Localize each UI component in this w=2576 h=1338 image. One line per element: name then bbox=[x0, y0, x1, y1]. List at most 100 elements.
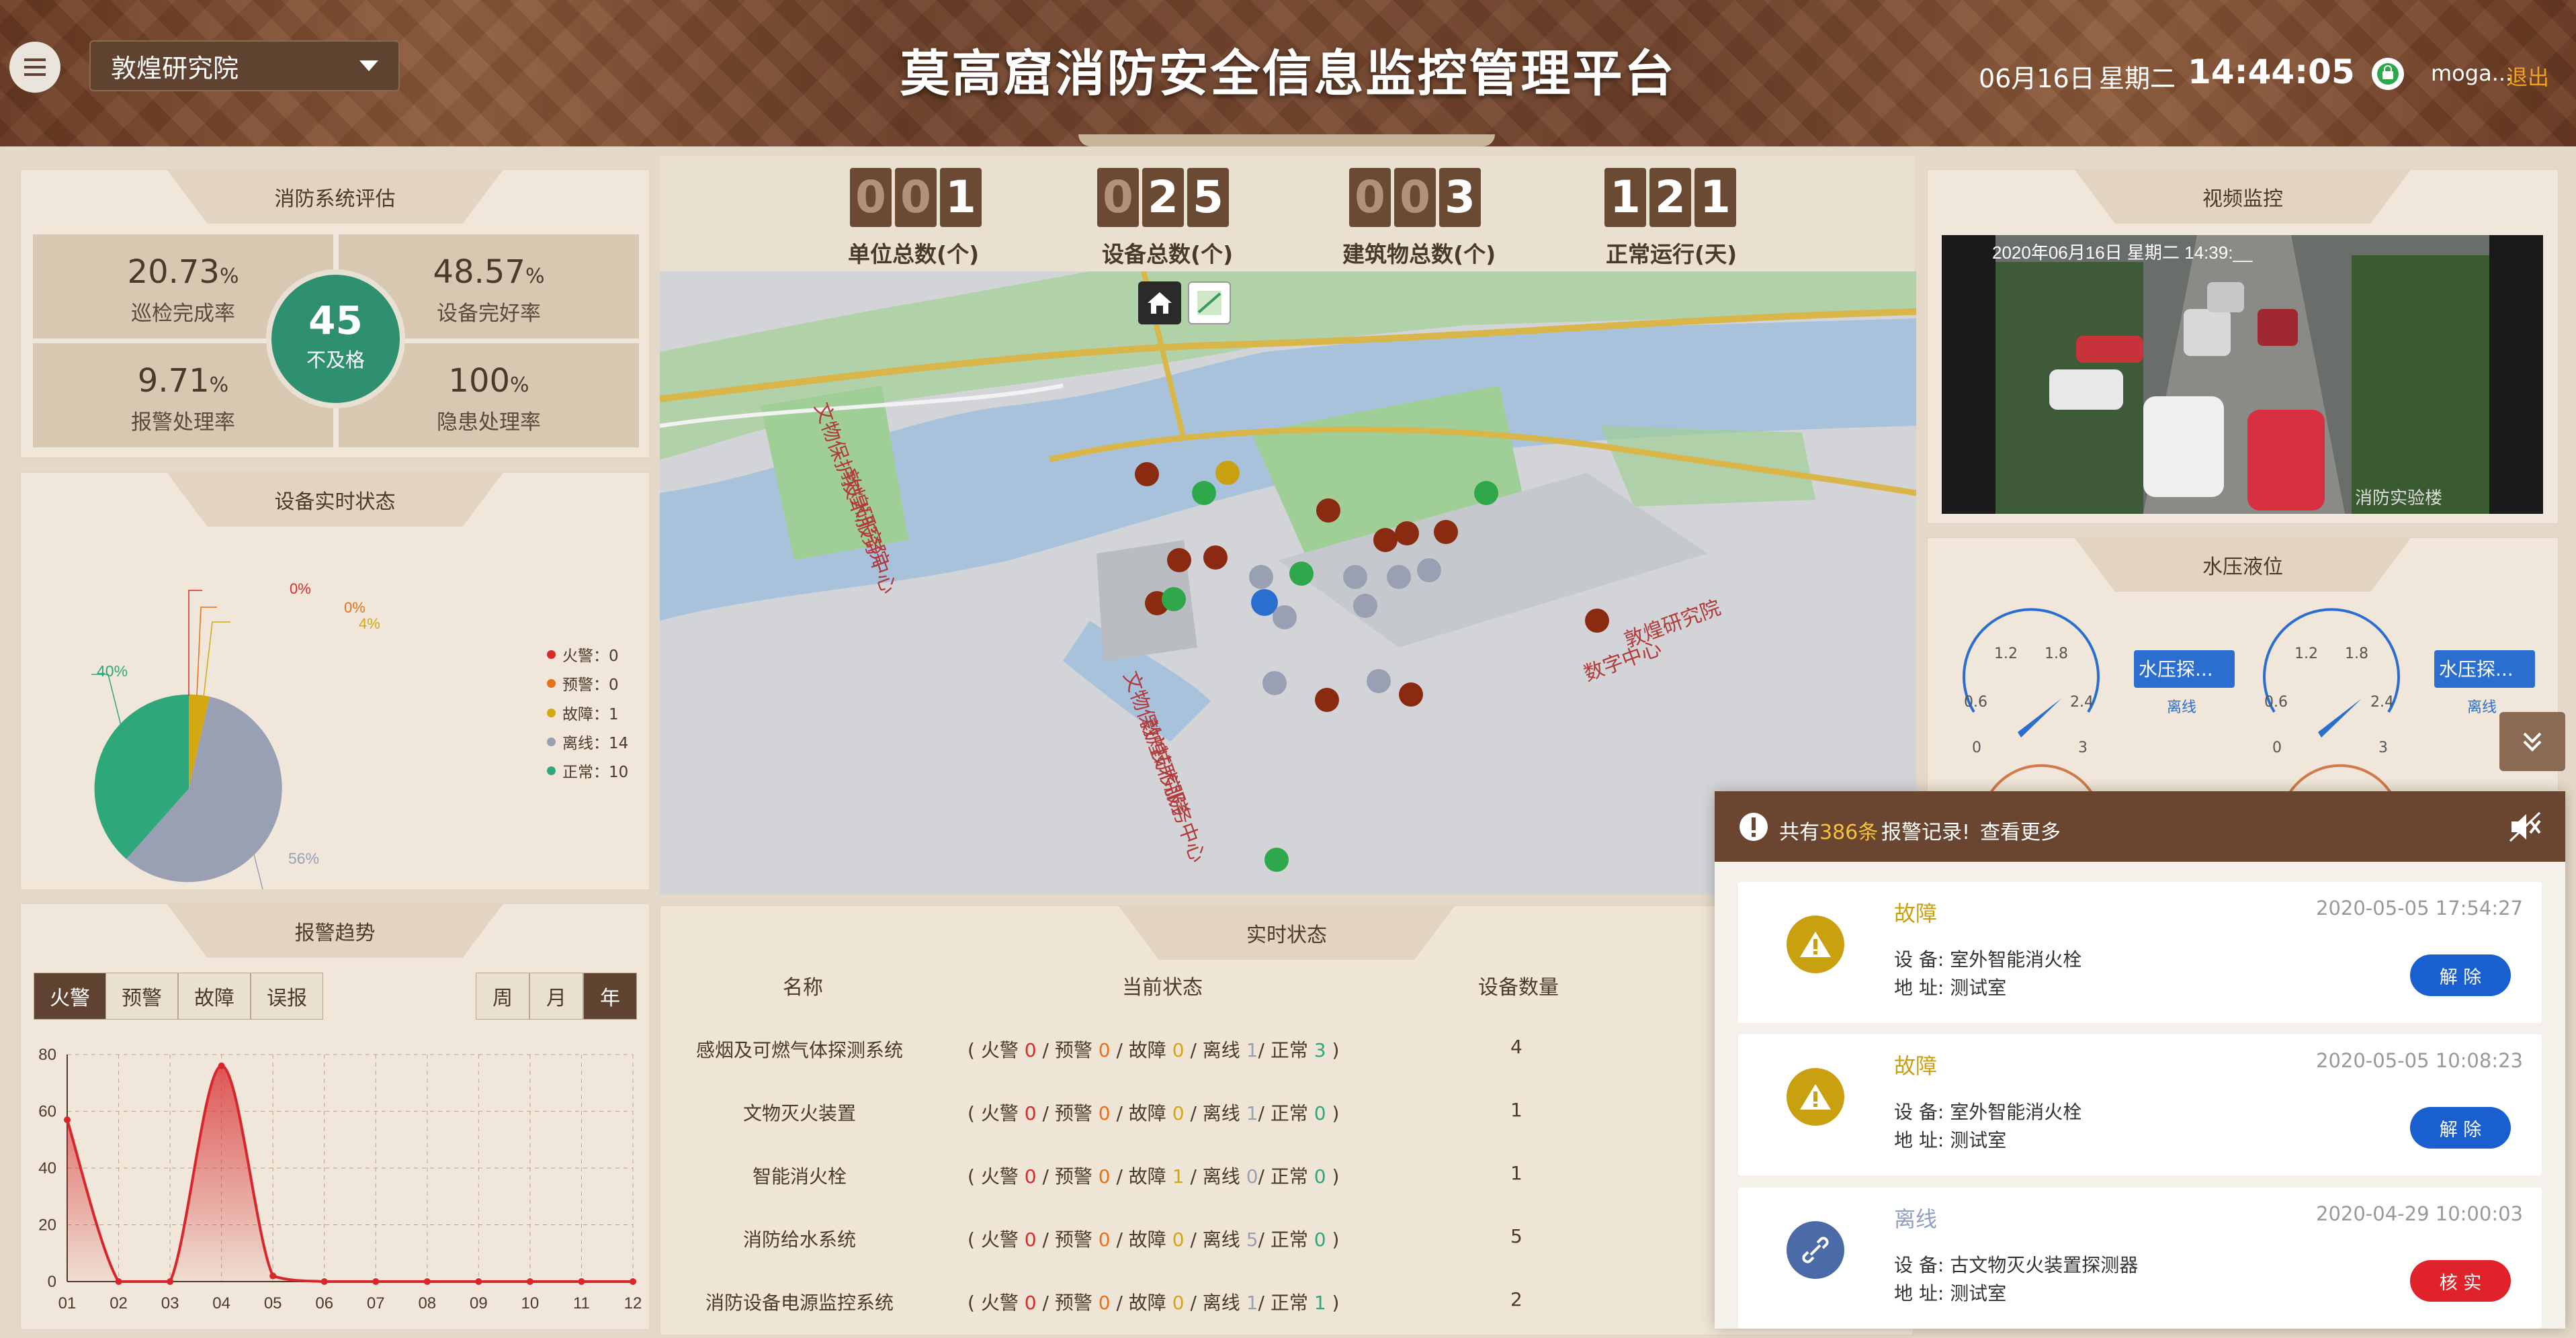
alarm-address: 地 址: 测试室 bbox=[1894, 1282, 2007, 1304]
x-tick-label: 09 bbox=[470, 1294, 488, 1312]
trend-type-warn[interactable]: 预警 bbox=[105, 973, 178, 1020]
alarm-prefix: 共有 bbox=[1779, 821, 1819, 844]
data-point bbox=[372, 1278, 380, 1285]
alarm-time: 2020-04-29 10:00:03 bbox=[2316, 1202, 2523, 1225]
stat-label: 隐患处理率 bbox=[437, 410, 541, 435]
alarm-time: 2020-05-05 10:08:23 bbox=[2316, 1049, 2523, 1072]
gauge-needle bbox=[2318, 699, 2362, 738]
counter-digit: 1 bbox=[1694, 168, 1736, 227]
map-layer-button[interactable] bbox=[1188, 281, 1231, 324]
trend-type-false[interactable]: 误报 bbox=[251, 973, 323, 1020]
score-label: 不及格 bbox=[306, 349, 365, 371]
stat-unit: % bbox=[510, 373, 529, 397]
x-tick-label: 03 bbox=[161, 1294, 179, 1312]
alarm-trend-title: 报警趋势 bbox=[167, 904, 503, 958]
legend-item: 故障：1 bbox=[547, 701, 619, 724]
gauge-tick: 0.6 bbox=[2264, 694, 2288, 711]
x-tick-label: 11 bbox=[573, 1294, 590, 1312]
org-select[interactable]: 敦煌研究院 bbox=[89, 40, 400, 91]
data-point bbox=[630, 1278, 636, 1285]
row-status: ( 火警 0 / 预警 0 / 故障 1 / 离线 0/ 正常 0 ) bbox=[968, 1165, 1340, 1188]
data-point bbox=[218, 1062, 225, 1069]
trend-period-week[interactable]: 周 bbox=[476, 973, 529, 1020]
counter-digit: 2 bbox=[1142, 168, 1184, 227]
weekday-text: 星期二 bbox=[2099, 64, 2176, 93]
gauge-status: 离线 bbox=[2167, 699, 2196, 716]
dismiss-button[interactable]: 解 除 bbox=[2410, 1107, 2511, 1149]
view-more-link[interactable]: 查看更多 bbox=[1980, 815, 2061, 845]
alarm-device: 设 备: 室外智能消火栓 bbox=[1894, 948, 2082, 971]
x-tick-label: 07 bbox=[367, 1294, 385, 1312]
menu-button[interactable] bbox=[9, 42, 60, 93]
logout-link[interactable]: 退出 bbox=[2506, 60, 2549, 91]
pressure-gauge: 0 0.6 1.2 1.8 2.4 3 bbox=[1963, 608, 2100, 756]
row-count: 1 bbox=[1510, 1099, 1522, 1121]
pie-label-normal: 40% bbox=[97, 662, 128, 680]
verify-button[interactable]: 核 实 bbox=[2410, 1260, 2511, 1302]
clock-text: 14:44:05 bbox=[2188, 52, 2355, 91]
video-overlay-time: 2020年06月16日 星期二 14:39:__ bbox=[1992, 242, 2253, 263]
gauge-needle bbox=[2018, 699, 2061, 738]
gauge-tick: 1.8 bbox=[2045, 645, 2068, 662]
counter-digit: 1 bbox=[1604, 168, 1646, 227]
warning-icon bbox=[1787, 916, 1844, 973]
trend-period-year[interactable]: 年 bbox=[583, 973, 637, 1020]
y-tick-label: 40 bbox=[38, 1159, 56, 1177]
title-ornament bbox=[1078, 134, 1495, 146]
video-panel-title: 视频监控 bbox=[2075, 170, 2411, 224]
x-tick-label: 08 bbox=[418, 1294, 436, 1312]
chevron-double-down-icon bbox=[2523, 732, 2542, 752]
gauge-tick: 0.6 bbox=[1964, 694, 1987, 711]
y-tick-label: 80 bbox=[38, 1046, 56, 1064]
x-tick-label: 01 bbox=[58, 1294, 77, 1312]
gauge-tick: 1.8 bbox=[2345, 645, 2368, 662]
user-icon[interactable] bbox=[2372, 58, 2404, 90]
counter-digit: 5 bbox=[1187, 168, 1229, 227]
stat-value: 48.57 bbox=[433, 253, 525, 291]
col-header-status: 当前状态 bbox=[1122, 976, 1203, 999]
mute-icon[interactable] bbox=[2507, 810, 2542, 844]
gauge-tick: 1.2 bbox=[2294, 645, 2318, 662]
gauge-tick: 0 bbox=[2272, 740, 2282, 756]
series-line bbox=[66, 1064, 633, 1284]
warning-icon bbox=[1787, 1068, 1844, 1126]
trend-type-fire[interactable]: 火警 bbox=[34, 973, 106, 1020]
alarm-address: 地 址: 测试室 bbox=[1894, 977, 2007, 999]
video-feed[interactable]: 2020年06月16日 星期二 14:39:__ 消防实验楼 bbox=[1942, 235, 2543, 514]
data-point bbox=[578, 1278, 585, 1285]
map-home-button[interactable] bbox=[1138, 281, 1181, 324]
map-layer-icon bbox=[1197, 291, 1221, 315]
stat-label: 报警处理率 bbox=[131, 410, 235, 435]
pie-label-fire: 0% bbox=[290, 580, 311, 597]
trend-period-month[interactable]: 月 bbox=[529, 973, 583, 1020]
data-point bbox=[115, 1278, 122, 1285]
counter-digit: 0 bbox=[1394, 168, 1436, 227]
pie-label-offline: 56% bbox=[288, 850, 319, 867]
row-name: 消防给水系统 bbox=[743, 1229, 857, 1251]
series-area bbox=[67, 1065, 633, 1282]
counter-digit: 0 bbox=[895, 168, 937, 227]
stat-unit: % bbox=[209, 373, 229, 397]
data-point bbox=[64, 1116, 71, 1124]
row-status: ( 火警 0 / 预警 0 / 故障 0 / 离线 1/ 正常 3 ) bbox=[968, 1039, 1340, 1061]
row-count: 5 bbox=[1510, 1225, 1522, 1247]
score-circle: 45 不及格 bbox=[266, 269, 405, 408]
stat-value: 9.71 bbox=[137, 362, 210, 400]
user-name[interactable]: moga... bbox=[2431, 60, 2512, 86]
pie-label-warn: 0% bbox=[344, 599, 366, 616]
legend-item: 预警：0 bbox=[547, 672, 619, 695]
alert-circle-icon bbox=[1740, 813, 1768, 841]
collapse-button[interactable] bbox=[2499, 712, 2565, 771]
dismiss-button[interactable]: 解 除 bbox=[2410, 954, 2511, 996]
y-tick-label: 60 bbox=[38, 1103, 56, 1121]
trend-type-fault[interactable]: 故障 bbox=[178, 973, 251, 1020]
device-status-panel: 设备实时状态 56% 0% 0% 4% 40% 火警：0 预警：0 故障：1 离… bbox=[20, 472, 650, 890]
alarm-card: 离线 2020-04-29 10:00:03 设 备: 古文物灭火装置探测器 地… bbox=[1738, 1188, 2542, 1329]
counter-digit: 2 bbox=[1649, 168, 1691, 227]
gauge-tick: 2.4 bbox=[2370, 694, 2394, 711]
alarm-address: 地 址: 测试室 bbox=[1894, 1129, 2007, 1151]
stat-value: 20.73 bbox=[127, 253, 220, 291]
x-tick-label: 06 bbox=[315, 1294, 333, 1312]
row-name: 感烟及可燃气体探测系统 bbox=[696, 1039, 904, 1061]
x-tick-label: 04 bbox=[212, 1294, 230, 1312]
